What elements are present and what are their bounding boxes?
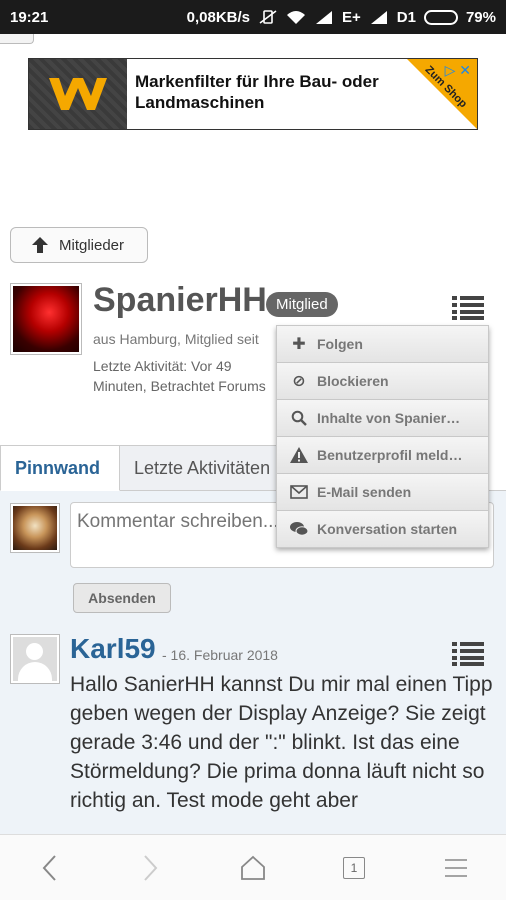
browser-nav-bar: 1 <box>0 834 506 900</box>
arrow-up-icon <box>32 237 48 253</box>
tab-pinnwand[interactable]: Pinnwand <box>0 445 120 491</box>
post-author[interactable]: Karl59 <box>70 633 156 665</box>
plus-icon: ✚ <box>292 336 306 353</box>
home-nav-button[interactable] <box>203 835 303 900</box>
menu-item-report[interactable]: Benutzerprofil meld… <box>276 436 489 474</box>
search-icon <box>289 410 309 426</box>
vibrate-off-icon <box>258 9 278 25</box>
chat-icon <box>289 521 309 537</box>
post-avatar[interactable] <box>10 634 60 684</box>
ad-banner[interactable]: Markenfilter für Ihre Bau- oder Landmasc… <box>28 58 478 130</box>
chevron-right-icon <box>144 855 158 881</box>
post-date: - 16. Februar 2018 <box>162 647 278 663</box>
ban-icon: ⊘ <box>292 373 306 390</box>
chevron-left-icon <box>42 855 56 881</box>
menu-item-conversation[interactable]: Konversation starten <box>276 510 489 548</box>
back-nav-button[interactable] <box>0 835 100 900</box>
menu-item-block[interactable]: ⊘ Blockieren <box>276 362 489 400</box>
signal-icon <box>369 10 389 24</box>
profile-location: aus Hamburg, Mitglied seit <box>93 331 259 347</box>
member-badge: Mitglied <box>266 292 338 317</box>
clock: 19:21 <box>10 8 49 26</box>
home-icon <box>241 855 265 880</box>
menu-item-label: Inhalte von Spanier… <box>317 410 461 426</box>
menu-item-content[interactable]: Inhalte von Spanier… <box>276 399 489 437</box>
battery-percent: 79% <box>465 8 496 26</box>
forward-nav-button[interactable] <box>100 835 200 900</box>
menu-item-label: Folgen <box>317 336 363 352</box>
network-speed: 0,08KB/s <box>186 8 251 26</box>
tab-count: 1 <box>343 857 365 879</box>
tab-recent-activity[interactable]: Letzte Aktivitäten <box>120 445 290 491</box>
post-text: Hallo SanierHH kannst Du mir mal einen T… <box>70 673 493 812</box>
top-tab-edge[interactable] <box>0 34 34 44</box>
menu-item-follow[interactable]: ✚ Folgen <box>276 325 489 363</box>
profile-username: SpanierHH <box>93 281 267 319</box>
menu-item-label: Benutzerprofil meld… <box>317 447 463 463</box>
ad-choices-icon[interactable]: ▷ ✕ <box>445 62 471 79</box>
own-avatar <box>10 503 60 553</box>
network-type-1: E+ <box>342 8 361 26</box>
ad-text: Markenfilter für Ihre Bau- oder Landmasc… <box>135 72 379 112</box>
signal-icon <box>314 10 334 24</box>
profile-activity: Letzte Aktivität: Vor 49 Minuten, Betrac… <box>93 358 266 394</box>
members-button[interactable]: Mitglieder <box>10 227 148 263</box>
menu-item-label: Blockieren <box>317 373 389 389</box>
post-menu-icon[interactable] <box>452 642 484 666</box>
status-bar: 19:21 0,08KB/s E+ D1 79% <box>0 0 506 34</box>
envelope-icon <box>289 485 309 499</box>
submit-button[interactable]: Absenden <box>73 583 171 613</box>
wifi-icon <box>286 9 306 25</box>
menu-item-label: E-Mail senden <box>317 484 412 500</box>
profile-actions-menu: ✚ Folgen ⊘ Blockieren Inhalte von Spanie… <box>276 325 489 548</box>
brand-logo <box>29 59 127 129</box>
network-type-2: D1 <box>396 8 416 26</box>
menu-item-label: Konversation starten <box>317 521 458 537</box>
profile-avatar[interactable] <box>10 283 82 355</box>
profile-menu-icon[interactable] <box>452 296 484 320</box>
menu-item-email[interactable]: E-Mail senden <box>276 473 489 511</box>
battery-icon <box>423 9 458 25</box>
warning-icon <box>289 447 309 463</box>
hamburger-icon <box>445 859 467 877</box>
members-button-label: Mitglieder <box>59 236 125 254</box>
menu-nav-button[interactable] <box>406 835 506 900</box>
tabs-nav-button[interactable]: 1 <box>304 835 404 900</box>
default-user-icon <box>13 637 57 681</box>
